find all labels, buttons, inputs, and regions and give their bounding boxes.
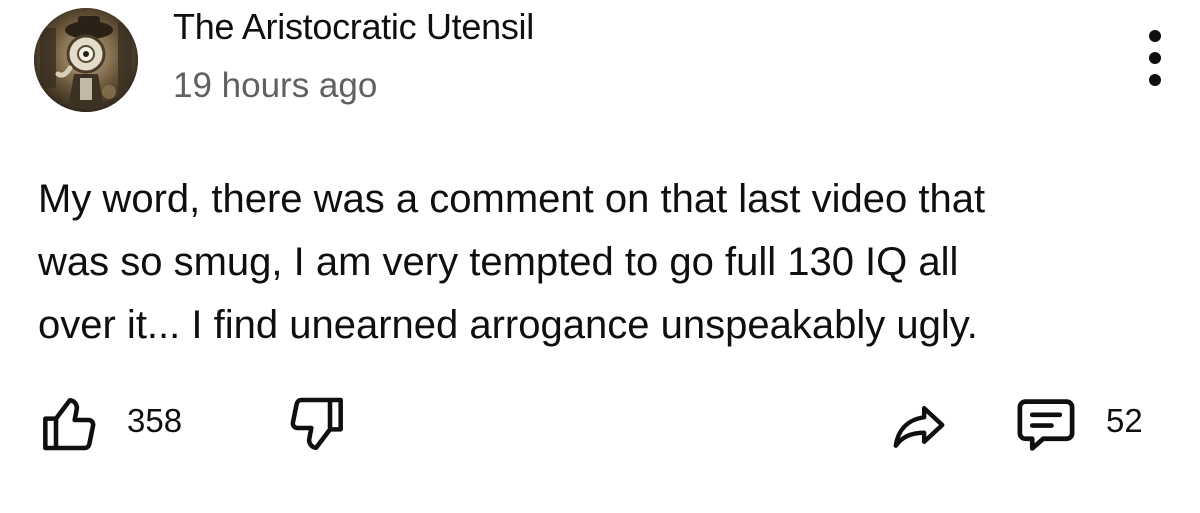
comment-line: My word, there was a comment on that las… [38,177,986,221]
share-button[interactable] [888,394,950,456]
avatar[interactable] [34,8,138,112]
menu-dot [1149,74,1161,86]
thumb-down-icon [290,397,343,450]
comment-line: was so smug, I am very tempted to go ful… [38,240,959,284]
author-name[interactable]: The Aristocratic Utensil [173,6,534,48]
thumb-up-icon [43,398,96,451]
more-vertical-icon[interactable] [1138,30,1172,86]
like-count: 358 [127,402,183,439]
menu-dot [1149,30,1161,42]
comment-text: My word, there was a comment on that las… [38,168,1168,357]
avatar-image [34,8,138,112]
share-icon [893,406,945,448]
like-button[interactable] [36,392,102,458]
reply-count: 52 [1106,402,1143,439]
menu-dot [1149,52,1161,64]
timestamp: 19 hours ago [173,66,378,105]
dislike-button[interactable] [286,392,352,458]
comment-line: over it... I find unearned arrogance uns… [38,303,978,347]
comment-icon [1017,399,1075,451]
reply-button[interactable] [1012,392,1082,458]
